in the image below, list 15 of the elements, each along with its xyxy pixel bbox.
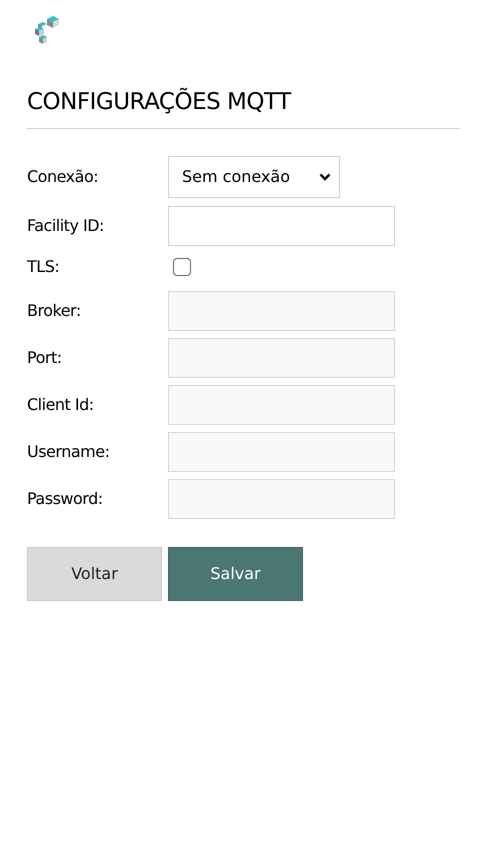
- field-label: Port:: [27, 347, 63, 369]
- field-label: Password:: [27, 488, 104, 510]
- field-label: Facility ID:: [27, 215, 105, 237]
- field-label: Username:: [27, 441, 110, 463]
- back-button[interactable]: Voltar: [27, 547, 162, 601]
- field-label: Conexão:: [27, 166, 100, 188]
- field-label: Client Id:: [27, 394, 95, 416]
- input-field[interactable]: [168, 206, 395, 246]
- connection-select[interactable]: Sem conexão: [168, 156, 340, 198]
- chevron-down-icon: [319, 173, 331, 181]
- checkbox[interactable]: [173, 258, 191, 276]
- save-button[interactable]: Salvar: [168, 547, 303, 601]
- page-title: CONFIGURAÇÕES MQTT: [27, 87, 292, 117]
- field-label: TLS:: [27, 256, 60, 278]
- field-label: Broker:: [27, 300, 82, 322]
